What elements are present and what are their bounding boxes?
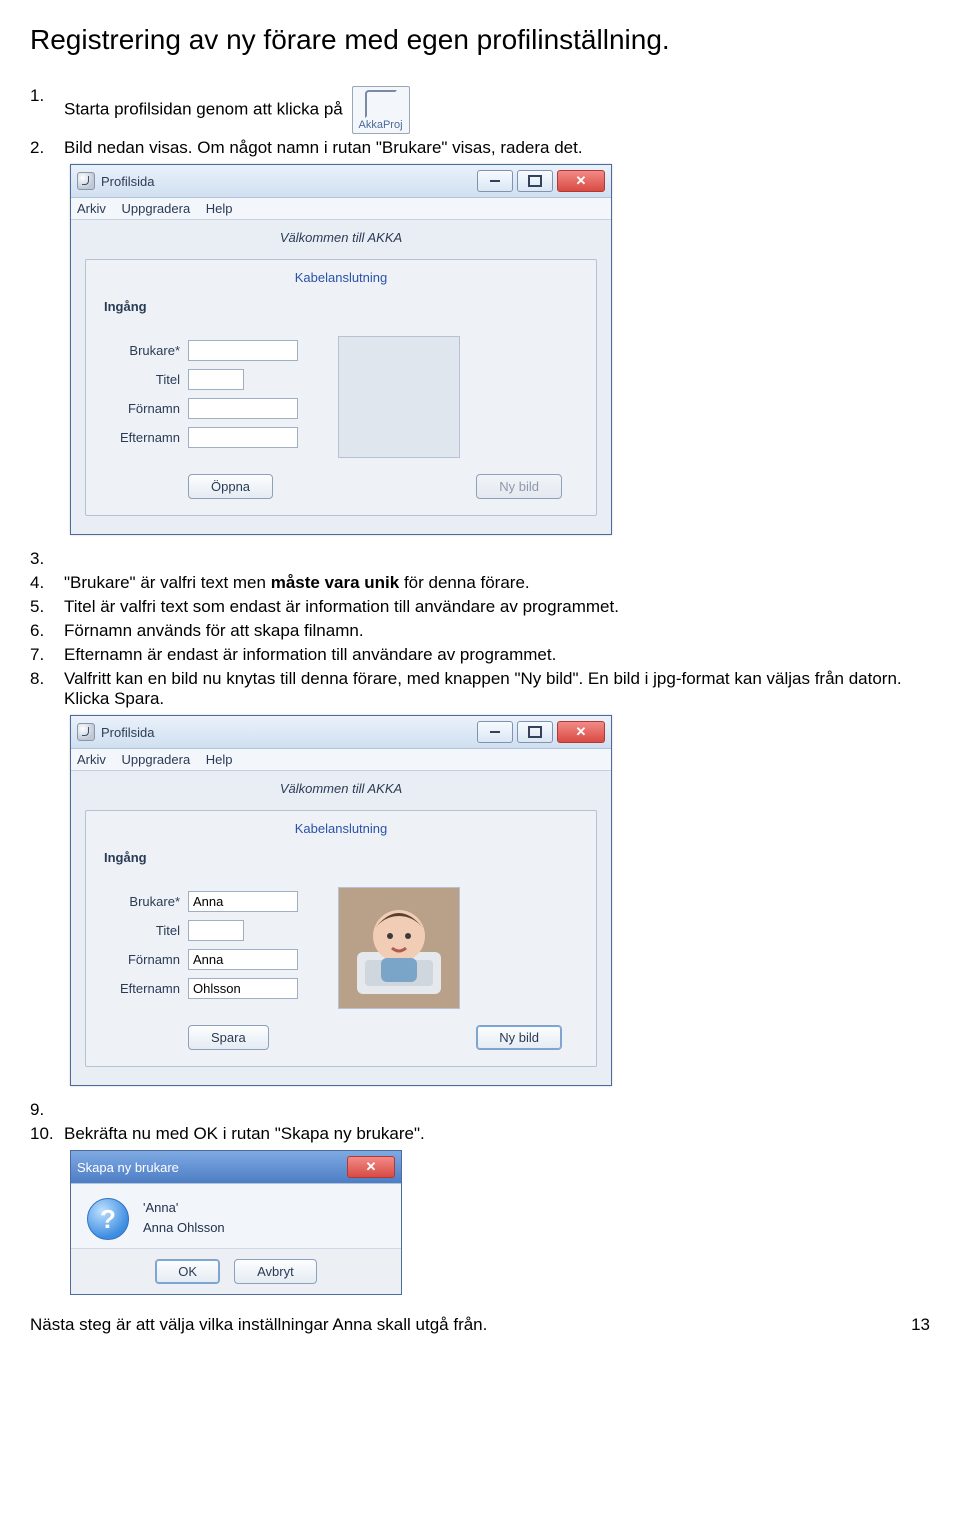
menu-help[interactable]: Help xyxy=(206,752,233,767)
efternamn-input[interactable] xyxy=(188,427,298,448)
list-number: 1. xyxy=(30,86,64,106)
label-fornamn: Förnamn xyxy=(100,952,180,967)
ingang-label: Ingång xyxy=(104,850,582,865)
child-photo-icon xyxy=(339,888,459,1008)
profilsida-window-empty: Profilsida Arkiv Uppgradera Help Välkomm… xyxy=(70,164,612,535)
question-icon: ? xyxy=(87,1198,129,1240)
welcome-text: Välkommen till AKKA xyxy=(71,220,611,251)
list-number: 4. xyxy=(30,573,64,593)
maximize-button[interactable] xyxy=(517,170,553,192)
ingang-label: Ingång xyxy=(104,299,582,314)
java-icon xyxy=(77,723,95,741)
kabelanslutning-link[interactable]: Kabelanslutning xyxy=(100,270,582,285)
list-number: 5. xyxy=(30,597,64,617)
menu-uppgradera[interactable]: Uppgradera xyxy=(122,201,191,216)
menu-bar: Arkiv Uppgradera Help xyxy=(71,749,611,771)
label-efternamn: Efternamn xyxy=(100,430,180,445)
step-2: Bild nedan visas. Om något namn i rutan … xyxy=(64,138,930,158)
maximize-button[interactable] xyxy=(517,721,553,743)
cancel-button[interactable]: Avbryt xyxy=(234,1259,317,1284)
spara-button[interactable]: Spara xyxy=(188,1025,269,1050)
oppna-button[interactable]: Öppna xyxy=(188,474,273,499)
photo-slot xyxy=(338,336,460,458)
list-number: 6. xyxy=(30,621,64,641)
list-number: 2. xyxy=(30,138,64,158)
akkaproj-icon[interactable]: AkkaProj xyxy=(352,86,410,134)
dialog-message: 'Anna' Anna Ohlsson xyxy=(143,1198,225,1240)
window-title: Profilsida xyxy=(101,725,154,740)
window-title: Profilsida xyxy=(101,174,154,189)
step-1: Starta profilsidan genom att klicka på A… xyxy=(64,86,930,134)
titel-input[interactable] xyxy=(188,920,244,941)
nybild-button[interactable]: Ny bild xyxy=(476,474,562,499)
menu-uppgradera[interactable]: Uppgradera xyxy=(122,752,191,767)
menu-arkiv[interactable]: Arkiv xyxy=(77,752,106,767)
close-button[interactable] xyxy=(347,1156,395,1178)
page-number: 13 xyxy=(911,1315,930,1335)
minimize-button[interactable] xyxy=(477,721,513,743)
close-button[interactable] xyxy=(557,170,605,192)
close-button[interactable] xyxy=(557,721,605,743)
efternamn-input[interactable] xyxy=(188,978,298,999)
list-number: 9. xyxy=(30,1100,64,1120)
step-7: Efternamn är endast är information till … xyxy=(64,645,930,665)
nybild-button[interactable]: Ny bild xyxy=(476,1025,562,1050)
step-6: Förnamn används för att skapa filnamn. xyxy=(64,621,930,641)
list-number: 3. xyxy=(30,549,64,569)
step-8: Valfritt kan en bild nu knytas till denn… xyxy=(64,669,930,709)
label-efternamn: Efternamn xyxy=(100,981,180,996)
step-5: Titel är valfri text som endast är infor… xyxy=(64,597,930,617)
label-titel: Titel xyxy=(100,372,180,387)
list-number: 8. xyxy=(30,669,64,689)
label-titel: Titel xyxy=(100,923,180,938)
menu-help[interactable]: Help xyxy=(206,201,233,216)
confirm-dialog: Skapa ny brukare ? 'Anna' Anna Ohlsson O… xyxy=(70,1150,402,1295)
label-brukare: Brukare* xyxy=(100,343,180,358)
label-brukare: Brukare* xyxy=(100,894,180,909)
brukare-input[interactable] xyxy=(188,340,298,361)
step-10: Bekräfta nu med OK i rutan "Skapa ny bru… xyxy=(64,1124,930,1144)
list-number: 7. xyxy=(30,645,64,665)
step-4: "Brukare" är valfri text men måste vara … xyxy=(64,573,930,593)
minimize-button[interactable] xyxy=(477,170,513,192)
profilsida-window-filled: Profilsida Arkiv Uppgradera Help Välkomm… xyxy=(70,715,612,1086)
fornamn-input[interactable] xyxy=(188,949,298,970)
java-icon xyxy=(77,172,95,190)
titel-input[interactable] xyxy=(188,369,244,390)
footer-text: Nästa steg är att välja vilka inställnin… xyxy=(30,1315,487,1334)
ok-button[interactable]: OK xyxy=(155,1259,220,1284)
welcome-text: Välkommen till AKKA xyxy=(71,771,611,802)
list-number: 10. xyxy=(30,1124,64,1144)
photo-slot xyxy=(338,887,460,1009)
page-heading: Registrering av ny förare med egen profi… xyxy=(30,24,930,56)
fornamn-input[interactable] xyxy=(188,398,298,419)
kabelanslutning-link[interactable]: Kabelanslutning xyxy=(100,821,582,836)
menu-arkiv[interactable]: Arkiv xyxy=(77,201,106,216)
menu-bar: Arkiv Uppgradera Help xyxy=(71,198,611,220)
brukare-input[interactable] xyxy=(188,891,298,912)
label-fornamn: Förnamn xyxy=(100,401,180,416)
dialog-title: Skapa ny brukare xyxy=(77,1160,179,1175)
